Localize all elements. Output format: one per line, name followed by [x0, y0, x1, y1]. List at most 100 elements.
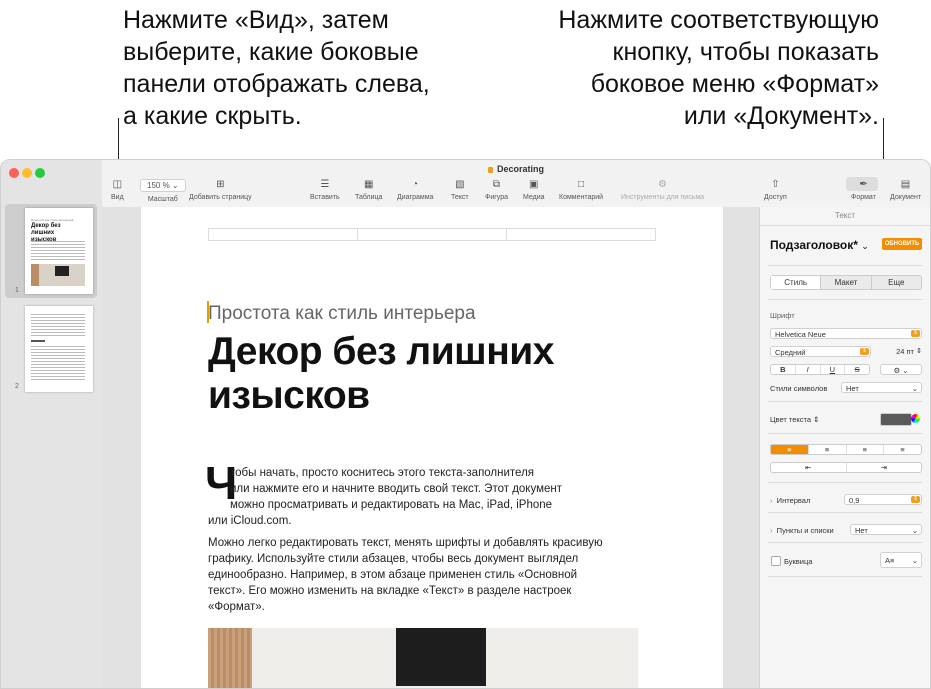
add-page-button[interactable]: ⊞ Добавить страницу	[189, 179, 252, 201]
shape-button[interactable]: ⧉ Фигура	[485, 179, 508, 201]
heading-line: изысков	[208, 374, 370, 417]
align-center-button[interactable]: ≡	[809, 445, 847, 454]
underline-button[interactable]: U	[821, 365, 846, 374]
television	[396, 628, 486, 686]
close-window-button[interactable]	[9, 168, 19, 178]
chevron-down-icon: ⌄	[171, 181, 179, 190]
indent-icon: ⇥	[880, 463, 887, 472]
media-button[interactable]: ▣ Медиа	[523, 179, 545, 201]
paragraph-line: или iCloud.com.	[208, 515, 292, 527]
character-styles-label: Стили символов	[770, 384, 828, 393]
thumbnail-1-subtitle: Простота как стиль интерьера	[31, 218, 74, 222]
tab-more[interactable]: Еще	[872, 276, 921, 289]
divider	[768, 482, 922, 483]
bold-button[interactable]: B	[771, 365, 796, 374]
spacing-row[interactable]: › Интервал	[770, 496, 810, 505]
thumbnail-2-heading	[31, 340, 45, 342]
paragraph-style-name[interactable]: Подзаголовок* ⌄	[770, 238, 869, 252]
callout-left-line-2: выберите, какие боковые	[123, 38, 419, 66]
pages-window: Простота как стиль интерьера Декор без л…	[0, 159, 931, 689]
paintbrush-icon: ✒	[859, 179, 868, 190]
shape-icon: ⧉	[492, 179, 501, 190]
text-options-button[interactable]: ⚙ ⌄	[880, 364, 922, 375]
text-box-icon: ▧	[455, 179, 465, 190]
increase-indent-button[interactable]: ⇥	[847, 463, 922, 472]
font-size-field[interactable]: 24 пт ⇕	[878, 346, 922, 357]
divider	[768, 576, 922, 577]
justify-button[interactable]: ≡	[884, 445, 921, 454]
italic-button[interactable]: I	[796, 365, 821, 374]
inspector-title: Текст	[834, 211, 856, 220]
insert-button[interactable]: ☰ Вставить	[310, 179, 340, 201]
callout-left-line-3: панели отображать слева,	[123, 70, 430, 98]
bullets-popup[interactable]: Нет ⌄	[850, 524, 922, 535]
interior-photo[interactable]	[208, 628, 638, 688]
drop-cap-style-popup[interactable]: A≡ ⌄	[880, 552, 922, 568]
drop-cap-checkbox[interactable]	[771, 556, 781, 566]
view-button-label: Вид	[111, 194, 124, 201]
zoom-value: 150 % ⌄	[140, 179, 186, 192]
sidebar-icon: ◫	[112, 179, 123, 190]
zoom-button[interactable]: 150 % ⌄ Масштаб	[140, 179, 186, 203]
drop-cap-preview-icon: A≡	[885, 556, 895, 565]
strikethrough-button[interactable]: S	[845, 365, 869, 374]
font-weight-popup[interactable]: Средний ⇕	[770, 346, 871, 357]
media-icon: ▣	[529, 179, 539, 190]
callout-format-instruction: Нажмите соответствующую кнопку, чтобы по…	[479, 4, 879, 132]
paragraph-line: графику. Используйте стили абзацев, чтоб…	[208, 553, 579, 565]
divider	[768, 433, 922, 434]
update-style-button[interactable]: ОБНОВИТЬ	[882, 238, 922, 250]
header-table[interactable]	[208, 228, 656, 241]
table-button[interactable]: ▦ Таблица	[355, 179, 382, 201]
page-thumbnail-2[interactable]	[25, 306, 93, 392]
window-title: Decorating	[102, 164, 930, 174]
character-styles-popup[interactable]: Нет ⌄	[841, 382, 922, 393]
callout-right-line-4: или «Документ».	[683, 102, 879, 130]
body-paragraph-1[interactable]: тобы начать, просто коснитесь этого текс…	[208, 465, 608, 529]
mail-tools-button[interactable]: ⚙ Инструменты для письма	[621, 179, 704, 201]
thumbnail-2-text	[31, 314, 85, 336]
zoom-window-button[interactable]	[35, 168, 45, 178]
format-label: Формат	[851, 194, 876, 201]
tab-layout[interactable]: Макет	[821, 276, 872, 289]
format-button[interactable]: ✒ Формат	[851, 179, 876, 201]
document-page[interactable]: Простота как стиль интерьера Декор без л…	[141, 207, 723, 688]
document-subtitle[interactable]: Простота как стиль интерьера	[208, 303, 476, 325]
spacing-popup[interactable]: 0,9 ⇕	[844, 494, 922, 505]
page-thumbnail-1[interactable]: Простота как стиль интерьера Декор без л…	[25, 208, 93, 294]
header-cell[interactable]	[209, 229, 358, 240]
align-right-button[interactable]: ≡	[847, 445, 885, 454]
decrease-indent-button[interactable]: ⇤	[771, 463, 847, 472]
disclosure-icon: ›	[770, 496, 773, 505]
comment-button[interactable]: □ Комментарий	[559, 179, 603, 201]
bullets-row[interactable]: › Пункты и списки	[770, 526, 834, 535]
thumbnail-1-text	[31, 241, 85, 261]
header-cell[interactable]	[358, 229, 507, 240]
alignment-buttons: ≡ ≡ ≡ ≡	[770, 444, 922, 455]
color-wheel-icon[interactable]	[911, 414, 920, 423]
text-color-well[interactable]	[880, 413, 912, 426]
zoom-value-text: 150 %	[147, 181, 170, 190]
callout-right-line-2: кнопку, чтобы показать	[612, 38, 879, 66]
insert-label: Вставить	[310, 194, 340, 201]
callout-right-line-3: боковое меню «Формат»	[590, 70, 879, 98]
chart-button[interactable]: ◔ Диаграмма	[397, 179, 433, 201]
divider	[768, 265, 922, 266]
tab-style[interactable]: Стиль	[771, 276, 822, 289]
paragraph-line: можно просматривать и редактировать на M…	[230, 499, 553, 511]
document-icon	[487, 166, 493, 173]
text-button[interactable]: ▧ Текст	[451, 179, 469, 201]
inspector-tabs: Стиль Макет Еще	[770, 275, 922, 290]
document-button[interactable]: ▤ Документ	[890, 179, 921, 201]
minimize-window-button[interactable]	[22, 168, 32, 178]
disclosure-icon: ›	[770, 526, 773, 535]
header-cell[interactable]	[507, 229, 655, 240]
view-button[interactable]: ◫ Вид	[111, 179, 124, 201]
body-paragraph-2[interactable]: Можно легко редактировать текст, менять …	[208, 535, 648, 615]
align-left-button[interactable]: ≡	[771, 445, 809, 454]
document-heading[interactable]: Декор без лишних изысков	[208, 330, 554, 418]
divider	[768, 512, 922, 513]
paragraph-line: тобы начать, просто коснитесь этого текс…	[230, 467, 535, 479]
share-button[interactable]: ⇧ Доступ	[764, 179, 787, 201]
font-family-popup[interactable]: Helvetica Neue ⇕	[770, 328, 922, 339]
